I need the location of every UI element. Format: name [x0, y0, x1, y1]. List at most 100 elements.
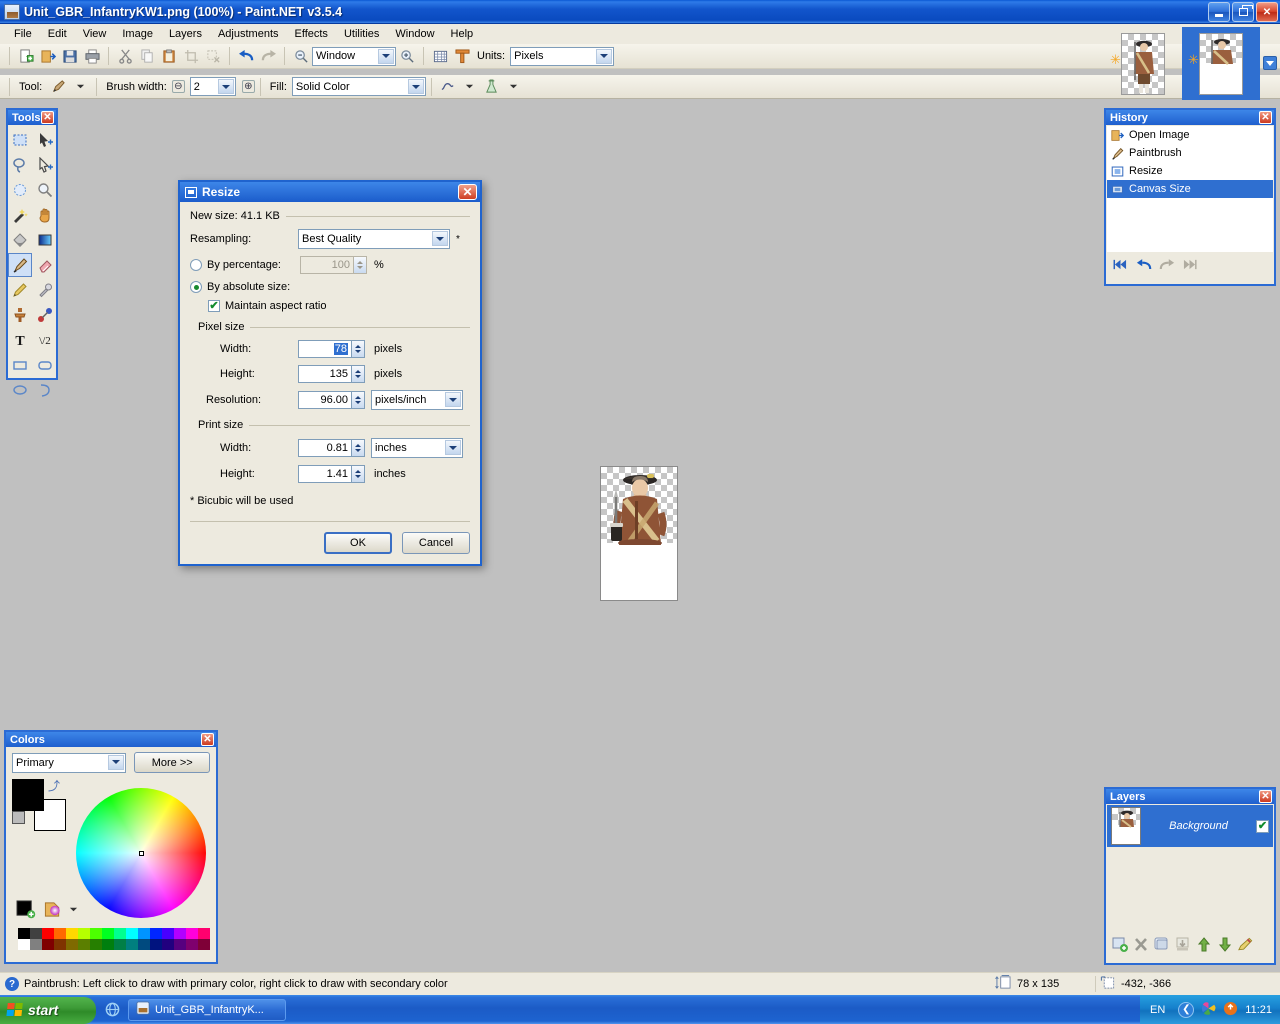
add-color-icon[interactable] [16, 900, 37, 922]
eraser-tool[interactable] [33, 253, 57, 277]
line-curve-tool[interactable]: \/2 [33, 328, 57, 352]
chevron-down-icon[interactable] [108, 755, 124, 770]
color-swatch[interactable] [138, 939, 150, 950]
undo-icon[interactable] [235, 46, 257, 67]
pen-dropdown-icon[interactable] [459, 76, 481, 97]
menu-window[interactable]: Window [387, 26, 442, 42]
resolution-input[interactable]: 96.00 [298, 391, 352, 409]
color-swatch[interactable] [18, 928, 30, 939]
color-mode-combo[interactable]: Primary [12, 753, 126, 773]
chevron-down-icon[interactable] [408, 79, 424, 94]
color-swatch[interactable] [54, 939, 66, 950]
color-swatch[interactable] [90, 928, 102, 939]
color-swatch[interactable] [30, 928, 42, 939]
pixel-width-spinner[interactable] [352, 340, 365, 358]
pixel-width-input[interactable]: 78 [298, 340, 352, 358]
rectangle-select-tool[interactable] [8, 128, 32, 152]
zoom-level-combo[interactable]: Window [312, 47, 396, 66]
move-selection-tool[interactable] [33, 153, 57, 177]
duplicate-layer-button[interactable] [1153, 936, 1170, 952]
history-item-resize[interactable]: Resize [1107, 162, 1273, 180]
by-absolute-radio[interactable] [190, 281, 202, 293]
rounded-rectangle-tool[interactable] [33, 353, 57, 377]
layer-visibility-checkbox[interactable]: ✔ [1256, 820, 1269, 833]
pixel-height-spinner[interactable] [352, 365, 365, 383]
pen-curve-icon[interactable] [437, 76, 459, 97]
language-indicator[interactable]: EN [1150, 1004, 1165, 1016]
menu-effects[interactable]: Effects [287, 26, 336, 42]
lasso-select-tool[interactable] [8, 153, 32, 177]
brush-width-increase-button[interactable]: ⊕ [242, 80, 255, 93]
layer-row[interactable]: Background ✔ [1107, 805, 1273, 847]
deselect-icon[interactable] [202, 46, 224, 67]
menu-adjustments[interactable]: Adjustments [210, 26, 287, 42]
by-absolute-row[interactable]: By absolute size: [190, 281, 470, 293]
color-swatch[interactable] [66, 928, 78, 939]
color-swatch[interactable] [126, 939, 138, 950]
history-list[interactable]: Open Image Paintbrush Resize Canvas Size [1107, 126, 1273, 252]
crop-icon[interactable] [180, 46, 202, 67]
magic-wand-tool[interactable] [8, 203, 32, 227]
by-percentage-radio[interactable] [190, 259, 202, 271]
color-swatch[interactable] [42, 939, 54, 950]
close-icon[interactable]: ✕ [41, 111, 54, 124]
close-button[interactable]: ✕ [1256, 2, 1278, 22]
chevron-down-icon[interactable] [218, 79, 234, 94]
pan-tool[interactable] [33, 203, 57, 227]
close-icon[interactable]: ✕ [201, 733, 214, 746]
redo-icon[interactable] [257, 46, 279, 67]
palette-dropdown-icon[interactable] [69, 905, 78, 917]
tools-palette-title-bar[interactable]: Tools ✕ [8, 110, 56, 125]
rectangle-shape-tool[interactable] [8, 353, 32, 377]
layers-palette-title-bar[interactable]: Layers ✕ [1106, 789, 1274, 804]
maximize-button[interactable] [1232, 2, 1254, 22]
color-swatch[interactable] [114, 928, 126, 939]
reset-colors-icon[interactable] [12, 811, 25, 824]
color-swatch[interactable] [18, 939, 30, 950]
menu-image[interactable]: Image [114, 26, 161, 42]
color-swatch-strip[interactable] [18, 928, 210, 950]
resolution-unit-combo[interactable]: pixels/inch [371, 390, 463, 410]
history-palette-title-bar[interactable]: History ✕ [1106, 110, 1274, 125]
chevron-down-icon[interactable] [432, 231, 448, 246]
paintbrush-tool[interactable] [8, 253, 32, 277]
color-swatch[interactable] [198, 928, 210, 939]
document-tab-2[interactable]: ✳ [1182, 27, 1260, 101]
layers-list[interactable]: Background ✔ [1107, 805, 1273, 932]
move-selected-tool[interactable] [33, 128, 57, 152]
grid-icon[interactable] [429, 46, 451, 67]
minimize-button[interactable] [1208, 2, 1230, 22]
resampling-combo[interactable]: Best Quality [298, 229, 450, 249]
taskbar-item-paintnet[interactable]: Unit_GBR_InfantryK... [128, 999, 286, 1021]
zoom-tool[interactable] [33, 178, 57, 202]
save-icon[interactable] [59, 46, 81, 67]
chevron-down-icon[interactable] [445, 392, 461, 407]
print-width-unit-combo[interactable]: inches [371, 438, 463, 458]
brush-width-decrease-button[interactable]: ⊖ [172, 80, 185, 93]
palette-icon[interactable] [43, 900, 63, 922]
color-swatch[interactable] [30, 939, 42, 950]
brush-width-combo[interactable]: 2 [190, 77, 236, 96]
clock[interactable]: 11:21 [1245, 1004, 1272, 1016]
color-picker-tool[interactable] [33, 278, 57, 302]
history-item-open-image[interactable]: Open Image [1107, 126, 1273, 144]
maintain-aspect-checkbox[interactable]: ✔ [208, 300, 220, 312]
colors-palette-title-bar[interactable]: Colors ✕ [6, 732, 216, 747]
chevron-down-icon[interactable] [378, 49, 394, 64]
print-height-spinner[interactable] [352, 465, 365, 483]
update-icon[interactable] [1223, 1001, 1238, 1019]
color-swatch[interactable] [198, 939, 210, 950]
fill-combo[interactable]: Solid Color [292, 77, 426, 96]
chevron-down-icon[interactable] [596, 49, 612, 64]
document-tab-1[interactable]: ✳ [1104, 27, 1182, 101]
zoom-in-icon[interactable] [396, 46, 418, 67]
flask-icon[interactable] [481, 76, 503, 97]
color-swatch[interactable] [78, 928, 90, 939]
color-swatch[interactable] [78, 939, 90, 950]
color-swatch[interactable] [102, 928, 114, 939]
blend-dropdown-icon[interactable] [503, 76, 525, 97]
color-swatch[interactable] [186, 928, 198, 939]
color-swatch[interactable] [126, 928, 138, 939]
merge-layer-down-button[interactable] [1174, 936, 1191, 952]
paint-bucket-tool[interactable] [8, 228, 32, 252]
